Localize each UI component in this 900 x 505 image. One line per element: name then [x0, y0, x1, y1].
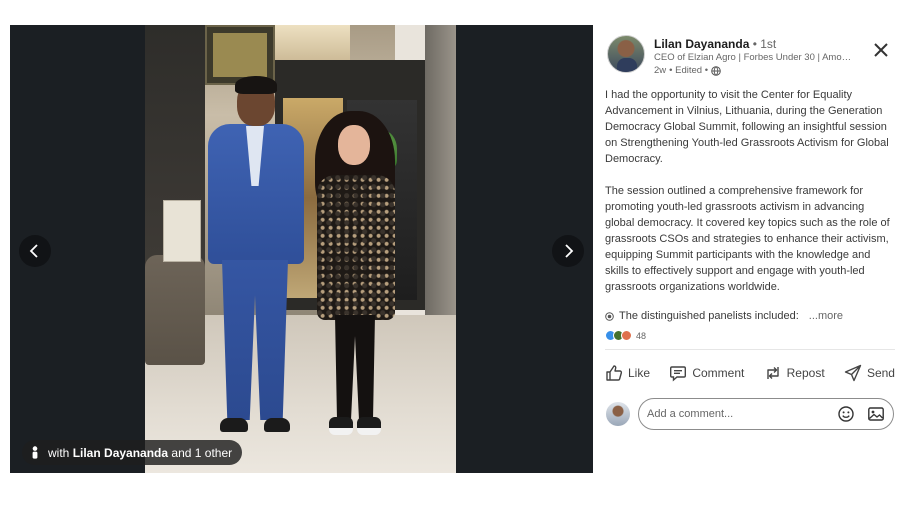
close-icon [874, 43, 888, 57]
social-actions-bar: Like Comment Repost Send [605, 360, 895, 386]
photo-wall-right [425, 25, 456, 355]
author-avatar[interactable] [607, 35, 645, 73]
man-shoe-right [264, 418, 290, 432]
comment-icon [670, 366, 687, 382]
tag-text: with Lilan Dayananda and 1 other [48, 446, 232, 460]
next-image-button[interactable] [552, 235, 584, 267]
woman-face [338, 125, 370, 165]
image-icon[interactable] [867, 405, 885, 423]
actions-divider [605, 349, 895, 350]
person-tag-icon [32, 446, 38, 459]
author-name[interactable]: Lilan Dayananda [654, 37, 749, 51]
thumbs-up-icon [606, 365, 623, 381]
man-hair [235, 76, 277, 94]
tag-prefix: with [48, 445, 70, 460]
reaction-count[interactable]: 48 [636, 331, 646, 341]
comment-label: Comment [692, 366, 745, 380]
post-detail-panel: Lilan Dayananda • 1st CEO of Elzian Agro… [593, 25, 900, 473]
chevron-right-icon [565, 244, 574, 258]
connection-degree: • 1st [752, 37, 777, 51]
like-label: Like [628, 366, 651, 380]
author-avatar-body [617, 58, 637, 72]
emoji-icon[interactable] [837, 405, 855, 423]
photo-sofa [145, 255, 205, 365]
see-more-link[interactable]: ...more [809, 310, 843, 322]
send-button[interactable]: Send [844, 364, 895, 382]
send-label: Send [866, 366, 895, 380]
photo-box [163, 200, 201, 262]
man-shoe-left [220, 418, 248, 432]
comment-box[interactable] [638, 398, 894, 430]
woman-legs [335, 315, 375, 420]
author-name-line[interactable]: Lilan Dayananda • 1st [654, 37, 776, 51]
post-meta: 2w • Edited • [654, 65, 721, 76]
post-paragraph-2: The session outlined a comprehensive fra… [605, 185, 890, 293]
globe-icon [711, 65, 721, 76]
man-legs [222, 260, 288, 420]
post-edited: • Edited • [669, 65, 709, 76]
photo-person-woman [305, 111, 405, 445]
woman-dress [317, 175, 395, 320]
current-user-avatar[interactable] [606, 402, 630, 426]
bullet-icon [605, 311, 614, 321]
previous-image-button[interactable] [19, 235, 51, 267]
media-viewer: with Lilan Dayananda and 1 other [10, 25, 593, 473]
comment-input[interactable] [647, 408, 825, 420]
panelists-line: The distinguished panelists included: ..… [605, 310, 843, 322]
close-button[interactable] [873, 42, 889, 58]
reactions-summary[interactable]: 48 [605, 330, 646, 341]
photo-person-man [200, 76, 310, 450]
repost-button[interactable]: Repost [764, 364, 825, 382]
chevron-left-icon [29, 244, 38, 258]
woman-shoe-right [357, 417, 381, 435]
comment-button[interactable]: Comment [669, 364, 744, 382]
post-photo [145, 25, 456, 473]
post-text: I had the opportunity to visit the Cente… [605, 87, 893, 311]
woman-shoe-left [329, 417, 353, 435]
post-paragraph-1: I had the opportunity to visit the Cente… [605, 89, 889, 165]
repost-label: Repost [786, 366, 825, 380]
tag-suffix: and 1 other [171, 445, 233, 460]
panelists-text: The distinguished panelists included: [619, 310, 799, 322]
repost-icon [766, 367, 779, 379]
author-headline: CEO of Elzian Agro | Forbes Under 30 | A… [654, 52, 854, 63]
tag-name: Lilan Dayananda [72, 445, 169, 460]
like-button[interactable]: Like [605, 364, 650, 382]
send-icon [844, 364, 862, 382]
post-time: 2w [654, 65, 667, 76]
post-media-dialog: with Lilan Dayananda and 1 other Lilan D… [0, 0, 900, 505]
tagged-people-pill[interactable]: with Lilan Dayananda and 1 other [22, 440, 243, 465]
photo-poster-inner [213, 33, 267, 77]
love-reaction-icon [621, 330, 632, 341]
